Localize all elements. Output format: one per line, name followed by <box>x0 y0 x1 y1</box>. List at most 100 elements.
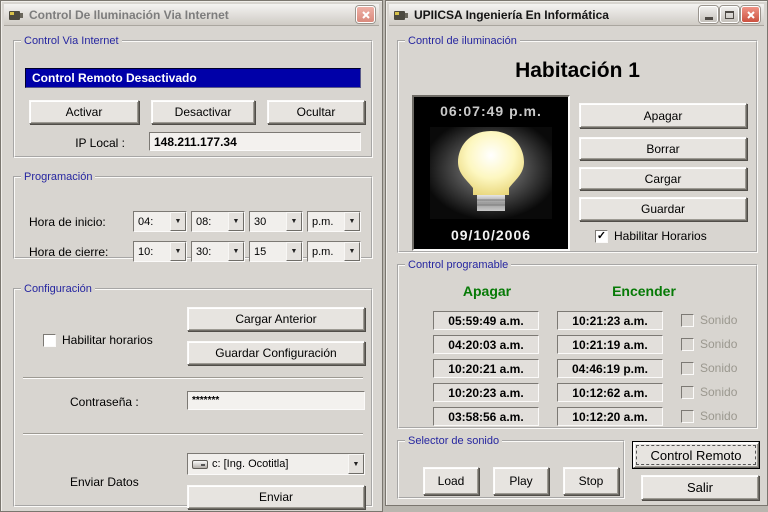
encender-time-field[interactable]: 10:21:19 a.m. <box>557 335 663 354</box>
checkbox-box[interactable] <box>681 338 694 351</box>
play-button[interactable]: Play <box>493 467 549 495</box>
group-caption: Programación <box>21 171 95 183</box>
apagar-time-field[interactable]: 05:59:49 a.m. <box>433 311 539 330</box>
salir-button[interactable]: Salir <box>641 475 759 500</box>
window-title: Control De Iluminación Via Internet <box>29 8 351 22</box>
checkbox-box[interactable] <box>595 230 608 243</box>
inicio-minute-select[interactable]: 08:▼ <box>191 211 245 232</box>
sonido-checkbox[interactable]: Sonido <box>681 313 737 327</box>
chevron-down-icon[interactable]: ▼ <box>286 212 302 231</box>
activar-button[interactable]: Activar <box>29 100 139 124</box>
habilitar-horarios-checkbox[interactable]: Habilitar horarios <box>43 333 153 347</box>
room-title: Habitación 1 <box>399 59 756 83</box>
close-icon[interactable] <box>356 6 375 23</box>
sonido-checkbox[interactable]: Sonido <box>681 385 737 399</box>
encender-time-field[interactable]: 10:12:20 a.m. <box>557 407 663 426</box>
encender-time-field[interactable]: 04:46:19 p.m. <box>557 359 663 378</box>
checkbox-box[interactable] <box>43 334 56 347</box>
table-row: 05:59:49 a.m. 10:21:23 a.m. Sonido <box>399 311 756 330</box>
bulb-panel: 06:07:49 p.m. <box>412 95 570 251</box>
group-caption: Control programable <box>405 259 511 271</box>
contrasena-label: Contraseña : <box>70 395 139 409</box>
cierre-second-select[interactable]: 15▼ <box>249 241 303 262</box>
chevron-down-icon[interactable]: ▼ <box>344 212 360 231</box>
checkbox-label: Sonido <box>700 385 737 399</box>
habilitar-horarios-checkbox[interactable]: Habilitar Horarios <box>595 229 707 243</box>
checkbox-label: Habilitar Horarios <box>614 229 707 243</box>
sonido-checkbox[interactable]: Sonido <box>681 409 737 423</box>
checkbox-box[interactable] <box>681 362 694 375</box>
window-title: UPIICSA Ingeniería En Informática <box>414 8 694 22</box>
hora-cierre-label: Hora de cierre: <box>29 245 108 259</box>
combo-value: p.m. <box>312 216 344 228</box>
encender-time-field[interactable]: 10:12:62 a.m. <box>557 383 663 402</box>
ip-input[interactable] <box>149 132 361 151</box>
titlebar-buttons <box>699 6 760 23</box>
apagar-button[interactable]: Apagar <box>579 103 747 128</box>
window-control-iluminacion: Control De Iluminación Via Internet Cont… <box>0 0 383 512</box>
drive-icon <box>192 460 208 469</box>
chevron-down-icon[interactable]: ▼ <box>286 242 302 261</box>
group-caption: Configuración <box>21 283 95 295</box>
apagar-time-field[interactable]: 03:58:56 a.m. <box>433 407 539 426</box>
table-row: 03:58:56 a.m. 10:12:20 a.m. Sonido <box>399 407 756 426</box>
contrasena-input[interactable] <box>187 391 365 410</box>
group-caption: Selector de sonido <box>405 435 502 447</box>
chevron-down-icon[interactable]: ▼ <box>228 242 244 261</box>
group-selector-sonido: Selector de sonido Load Play Stop <box>397 435 625 499</box>
cargar-button[interactable]: Cargar <box>579 167 747 190</box>
apagar-time-field[interactable]: 10:20:21 a.m. <box>433 359 539 378</box>
window-upiicsa: UPIICSA Ingeniería En Informática Contro… <box>385 0 768 506</box>
cierre-ampm-select[interactable]: p.m.▼ <box>307 241 361 262</box>
titlebar-left[interactable]: Control De Iluminación Via Internet <box>4 4 379 26</box>
combo-value: 10: <box>138 246 170 258</box>
desactivar-button[interactable]: Desactivar <box>151 100 255 124</box>
titlebar-right[interactable]: UPIICSA Ingeniería En Informática <box>389 4 764 26</box>
cierre-minute-select[interactable]: 30:▼ <box>191 241 245 262</box>
guardar-button[interactable]: Guardar <box>579 197 747 221</box>
lightbulb-icon <box>430 127 552 219</box>
maximize-icon[interactable] <box>720 6 739 23</box>
encender-time-field[interactable]: 10:21:23 a.m. <box>557 311 663 330</box>
sonido-checkbox[interactable]: Sonido <box>681 337 737 351</box>
checkbox-box[interactable] <box>681 386 694 399</box>
borrar-button[interactable]: Borrar <box>579 137 747 160</box>
ocultar-button[interactable]: Ocultar <box>267 100 365 124</box>
chevron-down-icon[interactable]: ▼ <box>228 212 244 231</box>
checkbox-label: Sonido <box>700 361 737 375</box>
apagar-time-field[interactable]: 10:20:23 a.m. <box>433 383 539 402</box>
checkbox-label: Sonido <box>700 409 737 423</box>
inicio-second-select[interactable]: 30▼ <box>249 211 303 232</box>
cierre-hour-select[interactable]: 10:▼ <box>133 241 187 262</box>
enviar-datos-label: Enviar Datos <box>70 475 139 489</box>
sonido-checkbox[interactable]: Sonido <box>681 361 737 375</box>
cargar-anterior-button[interactable]: Cargar Anterior <box>187 307 365 331</box>
desktop: Control De Iluminación Via Internet Cont… <box>0 0 768 512</box>
group-caption: Control de iluminación <box>405 35 520 47</box>
chevron-down-icon[interactable]: ▼ <box>170 242 186 261</box>
group-control-programable: Control programable Apagar Encender 05:5… <box>397 259 758 429</box>
close-icon[interactable] <box>741 6 760 23</box>
divider <box>23 377 363 379</box>
checkbox-box[interactable] <box>681 410 694 423</box>
app-icon <box>8 8 24 22</box>
group-configuracion: Configuración Cargar Anterior Habilitar … <box>13 283 373 507</box>
column-header-encender: Encender <box>579 283 709 299</box>
combo-value: 15 <box>254 246 286 258</box>
group-control-via-internet: Control Via Internet Control Remoto Desa… <box>13 35 373 158</box>
load-button[interactable]: Load <box>423 467 479 495</box>
stop-button[interactable]: Stop <box>563 467 619 495</box>
guardar-configuracion-button[interactable]: Guardar Configuración <box>187 341 365 365</box>
enviar-button[interactable]: Enviar <box>187 485 365 509</box>
checkbox-box[interactable] <box>681 314 694 327</box>
chevron-down-icon[interactable]: ▼ <box>170 212 186 231</box>
apagar-time-field[interactable]: 04:20:03 a.m. <box>433 335 539 354</box>
inicio-hour-select[interactable]: 04:▼ <box>133 211 187 232</box>
minimize-icon[interactable] <box>699 6 718 23</box>
chevron-down-icon[interactable]: ▼ <box>344 242 360 261</box>
table-row: 10:20:23 a.m. 10:12:62 a.m. Sonido <box>399 383 756 402</box>
inicio-ampm-select[interactable]: p.m.▼ <box>307 211 361 232</box>
drive-select[interactable]: c: [Ing. Ocotitla] ▼ <box>187 453 365 475</box>
control-remoto-button[interactable]: Control Remoto <box>633 442 759 468</box>
chevron-down-icon[interactable]: ▼ <box>348 454 364 474</box>
